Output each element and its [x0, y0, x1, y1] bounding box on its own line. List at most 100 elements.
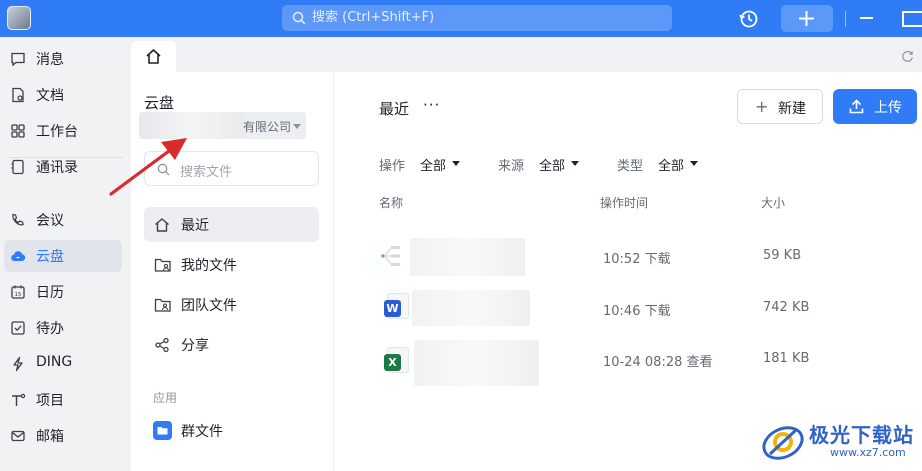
- file-name-redacted: [412, 290, 530, 326]
- home-icon: [146, 49, 161, 64]
- nav-item-ding[interactable]: DING: [0, 348, 131, 380]
- contacts-icon: [11, 159, 24, 175]
- upload-icon: [849, 99, 864, 114]
- global-search-input[interactable]: 搜索 (Ctrl+Shift+F): [282, 5, 672, 31]
- column-header-time[interactable]: 操作时间: [600, 194, 648, 211]
- phone-video-icon: [12, 213, 24, 226]
- caret-down-icon: [690, 161, 698, 166]
- watermark-logo-icon: [762, 426, 804, 460]
- maximize-button[interactable]: [902, 11, 922, 27]
- nav-item-label: 日历: [36, 285, 64, 301]
- panel-item-my-files[interactable]: 我的文件: [144, 247, 319, 282]
- panel-item-label: 最近: [181, 218, 209, 234]
- minimize-button[interactable]: [860, 17, 873, 19]
- create-button[interactable]: [781, 5, 833, 32]
- watermark-text: 极光下载站: [809, 423, 914, 447]
- org-name-suffix: 有限公司: [243, 120, 292, 134]
- grid-icon: [11, 124, 25, 138]
- row-time: 10:52 下载: [603, 252, 671, 267]
- row-time: 10-24 08:28 查看: [603, 355, 713, 370]
- nav-item-label: 邮箱: [36, 429, 64, 445]
- nav-item-label: 项目: [36, 393, 64, 409]
- search-icon: [292, 11, 306, 25]
- new-button[interactable]: + 新建: [737, 89, 823, 124]
- home-icon: [155, 218, 169, 232]
- excel-file-icon: X: [384, 347, 409, 373]
- document-icon: [12, 87, 24, 103]
- nav-item-label: DING: [36, 354, 73, 370]
- global-search-placeholder: 搜索 (Ctrl+Shift+F): [312, 10, 435, 25]
- nav-item-todo[interactable]: 待办: [0, 312, 131, 344]
- nav-item-label: 云盘: [36, 249, 64, 265]
- filter-source-label: 来源: [498, 159, 525, 174]
- history-icon[interactable]: [737, 7, 761, 31]
- cloud-icon: [11, 251, 26, 262]
- folder-team-icon: [154, 298, 171, 312]
- main-title: 最近: [379, 100, 410, 118]
- caret-down-icon: [293, 124, 301, 129]
- column-header-size[interactable]: 大小: [761, 194, 785, 211]
- app-avatar-icon[interactable]: [7, 6, 31, 30]
- file-name-redacted: [410, 238, 525, 276]
- panel-title: 云盘: [144, 94, 175, 112]
- tab-home[interactable]: [131, 41, 176, 72]
- row-size: 742 KB: [763, 300, 810, 315]
- share-icon: [155, 337, 169, 353]
- panel-item-team-files[interactable]: 团队文件: [144, 287, 319, 322]
- filter-action-label: 操作: [379, 159, 406, 174]
- nav-item-docs[interactable]: 文档: [0, 79, 131, 111]
- filter-type-label: 类型: [617, 159, 644, 174]
- new-button-label: 新建: [778, 101, 806, 117]
- upload-button[interactable]: 上传: [833, 89, 917, 124]
- upload-button-label: 上传: [874, 100, 902, 116]
- panel-item-label: 分享: [181, 338, 209, 354]
- caret-down-icon: [452, 161, 460, 166]
- titlebar-divider: [845, 11, 846, 27]
- mindmap-file-icon: [381, 246, 400, 266]
- plus-icon: +: [755, 97, 769, 116]
- watermark-url: www.xz7.com: [830, 446, 906, 459]
- mail-icon: [11, 430, 25, 442]
- tab-strip: [131, 37, 922, 72]
- panel-item-share[interactable]: 分享: [144, 327, 319, 362]
- nav-item-label: 通讯录: [36, 160, 78, 176]
- nav-item-cloud[interactable]: 云盘: [4, 240, 122, 272]
- excel-badge: X: [384, 354, 401, 371]
- filter-action-select[interactable]: 全部: [420, 155, 446, 174]
- nav-item-label: 待办: [36, 321, 64, 337]
- row-size: 181 KB: [763, 351, 810, 366]
- filter-type-select[interactable]: 全部: [658, 155, 684, 174]
- annotation-arrow-icon: [109, 138, 187, 196]
- calendar-icon: 15: [11, 285, 25, 299]
- nav-item-messages[interactable]: 消息: [0, 43, 131, 75]
- refresh-icon[interactable]: [901, 50, 914, 63]
- panel-item-label: 我的文件: [181, 258, 237, 274]
- nav-item-projects[interactable]: 项目: [0, 384, 131, 416]
- panel-item-label: 团队文件: [181, 298, 237, 314]
- panel-item-recent[interactable]: 最近: [144, 207, 319, 242]
- checkbox-icon: [11, 321, 25, 335]
- folder-user-icon: [154, 258, 171, 272]
- file-name-redacted: [414, 340, 539, 386]
- column-header-name[interactable]: 名称: [379, 194, 403, 211]
- lightning-icon: [13, 356, 23, 372]
- nav-item-meetings[interactable]: 会议: [0, 204, 131, 236]
- nav-item-label: 消息: [36, 52, 64, 68]
- caret-down-icon: [571, 161, 579, 166]
- chat-bubble-icon: [11, 52, 25, 67]
- filter-source-select[interactable]: 全部: [539, 155, 565, 174]
- nav-item-label: 工作台: [36, 124, 78, 140]
- panel-item-label: 群文件: [181, 424, 223, 440]
- nav-item-mail[interactable]: 邮箱: [0, 420, 131, 452]
- nav-item-label: 会议: [36, 213, 64, 229]
- plus-icon: [799, 11, 814, 26]
- nav-item-calendar[interactable]: 15 日历: [0, 276, 131, 308]
- apps-section-label: 应用: [153, 391, 178, 405]
- more-options-button[interactable]: ···: [423, 96, 440, 114]
- nav-item-label: 文档: [36, 88, 64, 104]
- row-time: 10:46 下载: [603, 304, 671, 319]
- svg-text:15: 15: [15, 292, 22, 298]
- project-icon: [12, 393, 26, 406]
- title-bar: 搜索 (Ctrl+Shift+F): [0, 0, 922, 37]
- row-size: 59 KB: [763, 248, 802, 263]
